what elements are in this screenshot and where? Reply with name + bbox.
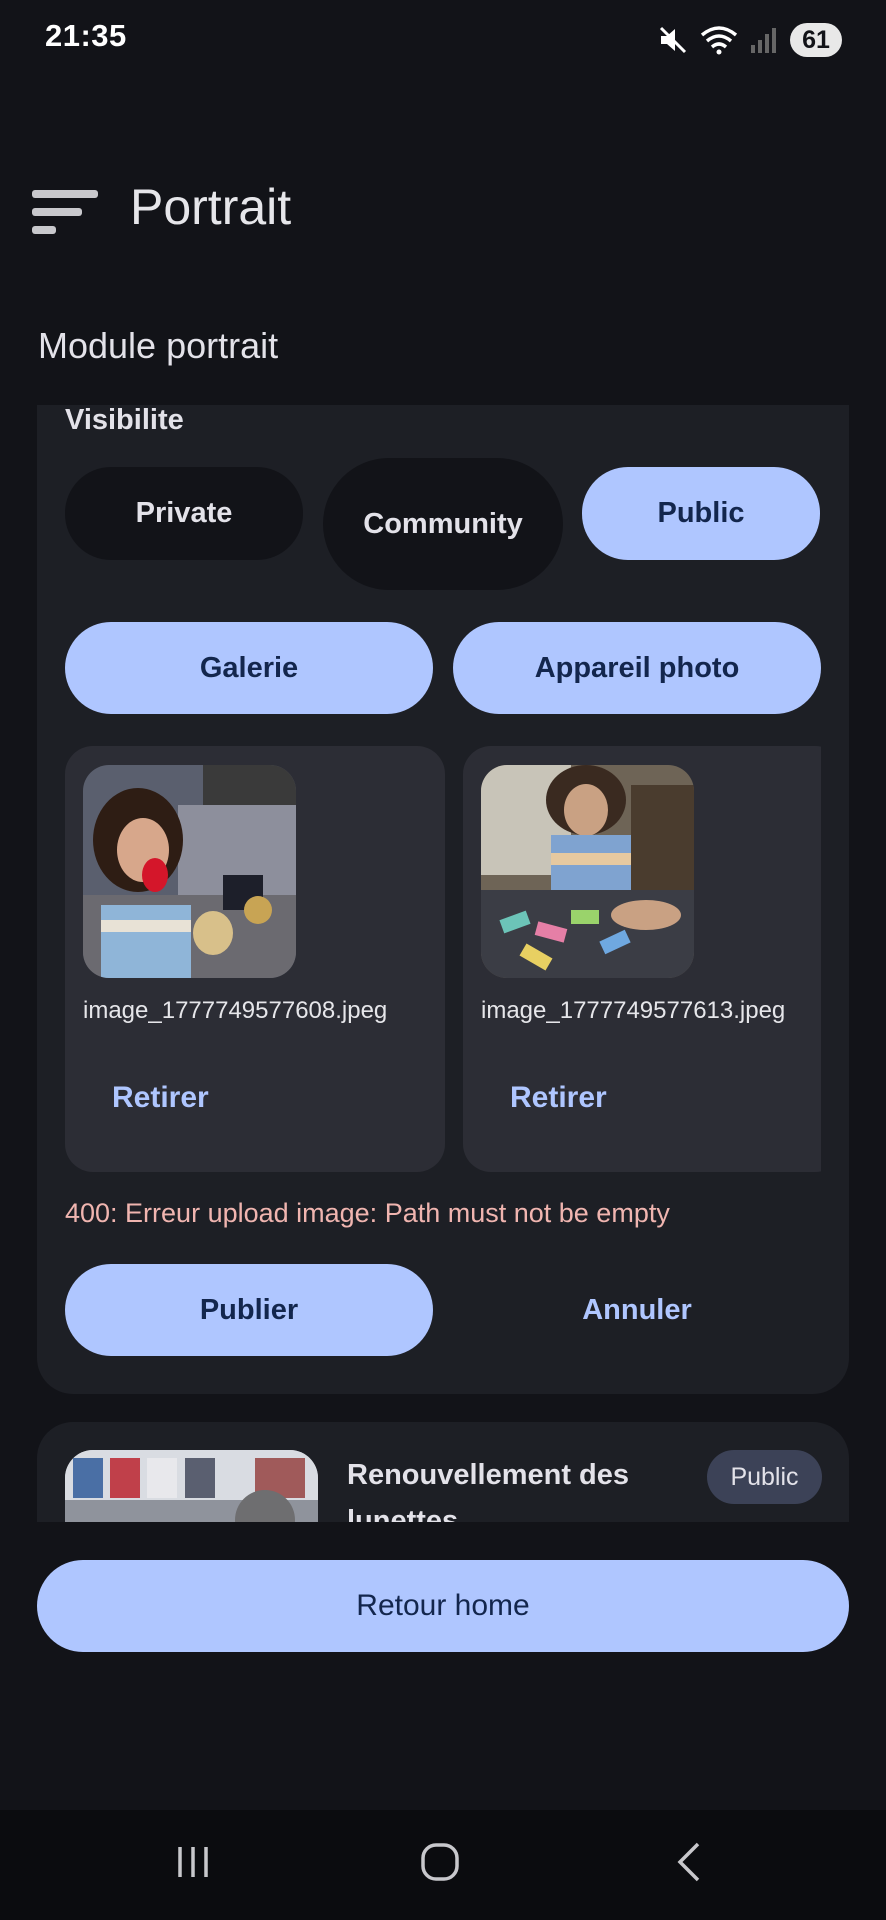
remove-image-button[interactable]: Retirer	[112, 1081, 209, 1115]
status-icons: 61	[658, 20, 842, 60]
camera-button[interactable]: Appareil photo	[453, 622, 821, 714]
image-tile: image_1777749577608.jpeg Retirer	[65, 746, 445, 1172]
image-filename: image_1777749577613.jpeg	[481, 997, 786, 1024]
publish-button[interactable]: Publier	[65, 1264, 433, 1356]
cancel-button[interactable]: Annuler	[453, 1264, 821, 1356]
section-title: Module portrait	[38, 325, 279, 366]
signal-icon	[751, 28, 776, 53]
gallery-button[interactable]: Galerie	[65, 622, 433, 714]
remove-image-button[interactable]: Retirer	[510, 1081, 607, 1115]
wifi-icon	[700, 26, 738, 55]
recent-apps-icon[interactable]	[163, 1832, 223, 1892]
visibility-option-private[interactable]: Private	[65, 467, 303, 560]
system-nav-bar	[0, 1810, 886, 1920]
visibility-label: Visibilite	[65, 404, 184, 436]
post-visibility-badge: Public	[707, 1450, 822, 1504]
image-thumbnail	[481, 765, 694, 978]
image-thumbnail	[83, 765, 296, 978]
error-message: 400: Erreur upload image: Path must not …	[65, 1198, 670, 1228]
home-button[interactable]: Retour home	[37, 1560, 849, 1652]
battery-indicator: 61	[790, 23, 842, 57]
post-thumbnail	[65, 1450, 318, 1522]
mute-icon	[659, 26, 687, 54]
post-title: Renouvellement des lunettes	[347, 1459, 630, 1522]
image-tile: image_1777749577613.jpeg Retirer	[463, 746, 821, 1172]
home-nav-icon[interactable]	[410, 1832, 470, 1892]
status-time: 21:35	[45, 18, 127, 53]
page-title: Portrait	[130, 179, 292, 235]
visibility-option-community[interactable]: Community	[323, 458, 563, 590]
back-icon[interactable]	[660, 1832, 720, 1892]
menu-icon[interactable]	[32, 190, 98, 234]
visibility-option-public[interactable]: Public	[582, 467, 820, 560]
image-filename: image_1777749577608.jpeg	[83, 997, 388, 1024]
post-card[interactable]: Renouvellement des lunettes Public	[37, 1422, 849, 1522]
post-list[interactable]: Renouvellement des lunettes Public	[37, 1422, 849, 1522]
selected-images-list[interactable]: image_1777749577608.jpeg Retirer image_1…	[65, 746, 821, 1172]
